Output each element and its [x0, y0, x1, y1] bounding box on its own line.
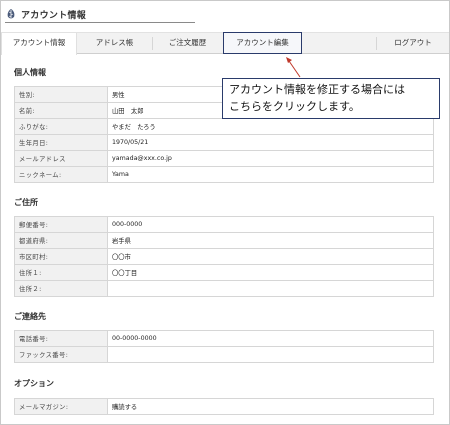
- section-title-options: オプション: [14, 379, 54, 388]
- field-label: 住所２:: [14, 280, 108, 297]
- table-row: ファックス番号:: [14, 346, 434, 363]
- page-header: アカウント情報: [5, 6, 86, 22]
- tab-bar: アカウント情報 アドレス帳 ご注文履歴 アカウント編集 ログアウト: [1, 32, 449, 55]
- field-label: ふりがな:: [14, 118, 108, 135]
- field-value: 購読する: [107, 398, 434, 415]
- table-row: 住所１: 〇〇丁目: [14, 264, 434, 281]
- table-row: 住所２:: [14, 280, 434, 297]
- table-row: 市区町村: 〇〇市: [14, 248, 434, 265]
- callout-line-2: こちらをクリックします。: [229, 100, 360, 113]
- options-table: メールマガジン: 購読する: [14, 398, 434, 415]
- section-title-contact: ご連絡先: [14, 312, 46, 321]
- contact-table: 電話番号: 00-0000-0000 ファックス番号:: [14, 330, 434, 363]
- tab-account-info[interactable]: アカウント情報: [1, 33, 77, 55]
- section-title-address: ご住所: [14, 198, 38, 207]
- page-title: アカウント情報: [21, 10, 87, 21]
- table-row: 都道府県: 岩手県: [14, 232, 434, 249]
- header-divider: [5, 22, 195, 23]
- field-label: メールアドレス: [14, 150, 108, 167]
- table-row: ニックネーム: Yama: [14, 166, 434, 183]
- tab-order-history[interactable]: ご注文履歴: [152, 33, 223, 54]
- table-row: 電話番号: 00-0000-0000: [14, 330, 434, 347]
- callout-box: アカウント情報を修正する場合には こちらをクリックします。: [222, 78, 440, 119]
- tab-label: アカウント情報: [12, 38, 66, 47]
- field-label: 都道府県:: [14, 232, 108, 249]
- callout-line-1: アカウント情報を修正する場合には: [229, 83, 405, 96]
- leaf-icon: [7, 9, 15, 19]
- field-label: ニックネーム:: [14, 166, 108, 183]
- field-value: 1970/05/21: [107, 134, 434, 151]
- tab-account-edit[interactable]: アカウント編集: [223, 32, 302, 54]
- field-label: 名前:: [14, 102, 108, 119]
- section-title-personal: 個人情報: [14, 68, 46, 77]
- tab-logout[interactable]: ログアウト: [377, 33, 449, 54]
- field-value: [107, 280, 434, 297]
- tab-label: アドレス帳: [95, 38, 134, 47]
- field-value: Yama: [107, 166, 434, 183]
- table-row: 生年月日: 1970/05/21: [14, 134, 434, 151]
- field-value: やまだ たろう: [107, 118, 434, 135]
- field-label: 生年月日:: [14, 134, 108, 151]
- table-row: ふりがな: やまだ たろう: [14, 118, 434, 135]
- field-value: yamada@xxx.co.jp: [107, 150, 434, 167]
- tab-address-book[interactable]: アドレス帳: [77, 33, 152, 54]
- table-row: メールマガジン: 購読する: [14, 398, 434, 415]
- field-value: [107, 346, 434, 363]
- table-row: メールアドレス yamada@xxx.co.jp: [14, 150, 434, 167]
- table-row: 郵便番号: 000-0000: [14, 216, 434, 233]
- field-label: メールマガジン:: [14, 398, 108, 415]
- field-label: ファックス番号:: [14, 346, 108, 363]
- field-value: 〇〇市: [107, 248, 434, 265]
- address-table: 郵便番号: 000-0000 都道府県: 岩手県 市区町村: 〇〇市 住所１: …: [14, 216, 434, 297]
- field-label: 郵便番号:: [14, 216, 108, 233]
- field-value: 岩手県: [107, 232, 434, 249]
- tab-label: ご注文履歴: [168, 38, 207, 47]
- field-label: 性別:: [14, 86, 108, 103]
- field-label: 市区町村:: [14, 248, 108, 265]
- field-value: 〇〇丁目: [107, 264, 434, 281]
- field-value: 00-0000-0000: [107, 330, 434, 347]
- field-value: 000-0000: [107, 216, 434, 233]
- tab-label: ログアウト: [394, 38, 432, 47]
- field-label: 住所１:: [14, 264, 108, 281]
- tab-label: アカウント編集: [236, 38, 289, 47]
- field-label: 電話番号:: [14, 330, 108, 347]
